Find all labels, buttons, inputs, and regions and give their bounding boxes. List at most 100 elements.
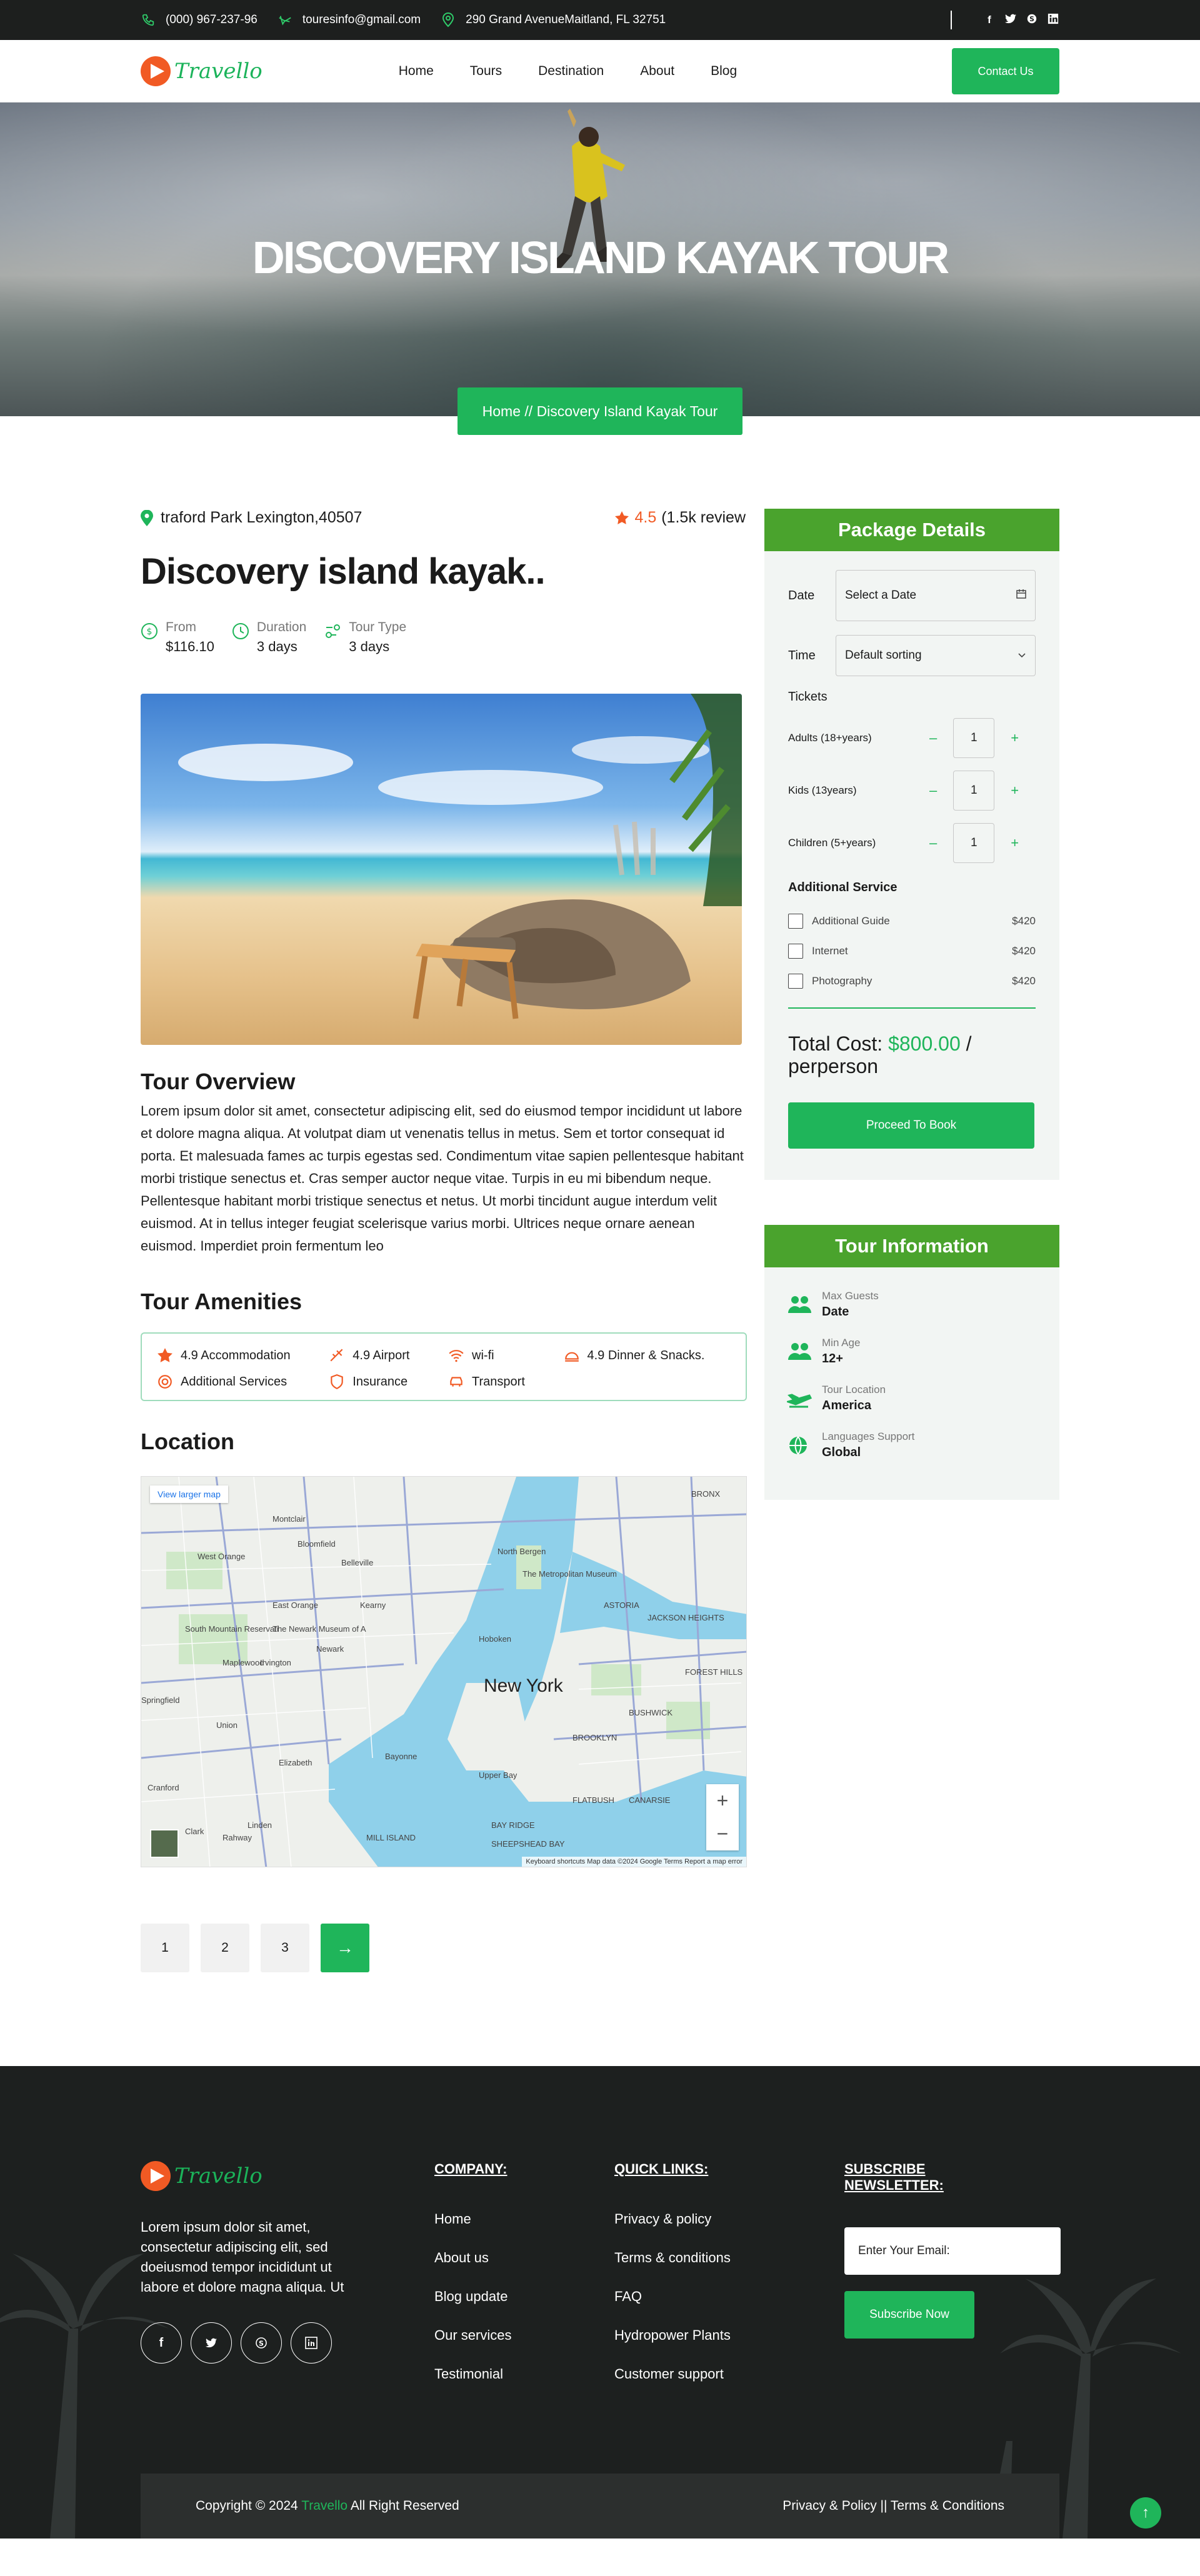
breadcrumb[interactable]: Home // Discovery Island Kayak Tour — [458, 387, 742, 435]
site-footer: Travello Lorem ipsum dolor sit amet, con… — [0, 2066, 1200, 2539]
map-place-label: Bloomfield — [298, 1539, 336, 1549]
service-checkbox[interactable] — [788, 914, 803, 929]
arrow-right-icon: → — [336, 1938, 354, 1957]
scroll-to-top-button[interactable]: ↑ — [1130, 2497, 1161, 2529]
newsletter-email-input[interactable]: Enter Your Email: — [844, 2227, 1061, 2275]
users-icon — [788, 1342, 811, 1360]
amenity-item: 4.9 Airport — [329, 1347, 436, 1364]
subscribe-button[interactable]: Subscribe Now — [844, 2291, 974, 2339]
quantity-input[interactable]: 1 — [953, 771, 995, 811]
next-page-button[interactable]: → — [321, 1924, 369, 1972]
amenities-heading: Tour Amenities — [141, 1289, 302, 1314]
info-value: America — [822, 1399, 871, 1412]
company-heading: COMPANY: — [434, 2161, 508, 2177]
overview-heading: Tour Overview — [141, 1069, 296, 1094]
location-map[interactable]: View larger map New York Montclair Bloomf… — [141, 1476, 747, 1867]
twitter-icon[interactable] — [191, 2322, 232, 2364]
map-place-label: Linden — [248, 1820, 272, 1830]
date-picker[interactable]: Select a Date — [836, 570, 1036, 621]
increment-button[interactable]: + — [1011, 835, 1019, 851]
copyright-brand[interactable]: Travello — [301, 2499, 348, 2513]
footer-link-blog[interactable]: Blog update — [434, 2289, 614, 2305]
service-checkbox[interactable] — [788, 974, 803, 989]
nav-item-home[interactable]: Home — [399, 64, 434, 79]
overview-text: Lorem ipsum dolor sit amet, consectetur … — [141, 1103, 744, 1254]
nav-item-about[interactable]: About — [640, 64, 674, 79]
package-details-title: Package Details — [764, 509, 1059, 551]
view-larger-map-link[interactable]: View larger map — [150, 1485, 228, 1503]
footer-link-about[interactable]: About us — [434, 2250, 614, 2266]
plane-icon — [787, 1393, 812, 1407]
map-place-label: Montclair — [272, 1514, 306, 1524]
nav-item-blog[interactable]: Blog — [711, 64, 737, 79]
increment-button[interactable]: + — [1011, 782, 1019, 799]
decrement-button[interactable]: – — [929, 782, 937, 799]
logo-icon — [141, 2161, 171, 2191]
map-place-label: East Orange — [272, 1600, 318, 1610]
page-2-button[interactable]: 2 — [201, 1924, 249, 1972]
ticket-row: Kids (13years) –1 + — [788, 771, 1036, 811]
proceed-to-book-button[interactable]: Proceed To Book — [788, 1102, 1034, 1149]
pagination: 1 2 3 → — [141, 1924, 746, 1972]
service-label: Internet — [812, 945, 848, 957]
date-label: Date — [788, 588, 815, 602]
email-link[interactable]: touresinfo@gmail.com — [278, 12, 421, 27]
time-select-value: Default sorting — [845, 649, 922, 662]
increment-button[interactable]: + — [1011, 730, 1019, 746]
site-logo[interactable]: Travello — [141, 56, 262, 86]
zoom-in-button[interactable]: + — [717, 1789, 729, 1812]
zoom-out-button[interactable]: − — [717, 1822, 729, 1845]
topbar: (000) 967-237-96 touresinfo@gmail.com 29… — [0, 0, 1200, 40]
map-place-label: Newark — [316, 1644, 344, 1654]
divider — [951, 11, 952, 29]
map-place-label: Bayonne — [385, 1752, 418, 1761]
linkedin-icon[interactable] — [291, 2322, 332, 2364]
service-checkbox[interactable] — [788, 944, 803, 959]
facebook-icon[interactable]: f — [983, 14, 996, 26]
tour-title: Discovery island kayak.. — [141, 551, 546, 592]
map-zoom-controls[interactable]: + − — [706, 1784, 739, 1850]
twitter-icon[interactable] — [1004, 14, 1017, 27]
footer-link-services[interactable]: Our services — [434, 2327, 614, 2344]
facebook-icon[interactable]: f — [141, 2322, 182, 2364]
quantity-input[interactable]: 1 — [953, 823, 995, 863]
page-1-button[interactable]: 1 — [141, 1924, 189, 1972]
footer-link-hydropower[interactable]: Hydropower Plants — [614, 2327, 844, 2344]
footer-link-terms[interactable]: Terms & conditions — [614, 2250, 844, 2266]
footer-logo[interactable]: Travello — [141, 2161, 434, 2191]
footer-link-privacy[interactable]: Privacy & policy — [614, 2211, 844, 2227]
map-place-label: JACKSON HEIGHTS — [648, 1613, 724, 1622]
map-place-label: CANARSIE — [629, 1795, 671, 1805]
time-select[interactable]: Default sorting — [836, 635, 1036, 676]
phone-link[interactable]: (000) 967-237-96 — [141, 12, 258, 27]
page-3-button[interactable]: 3 — [261, 1924, 309, 1972]
map-place-label: South Mountain Reservation — [185, 1624, 279, 1634]
footer-link-home[interactable]: Home — [434, 2211, 614, 2227]
skype-icon[interactable]: S — [1026, 13, 1038, 27]
copyright-text: Copyright © 2024 Travello All Right Rese… — [196, 2499, 459, 2514]
info-value: Date — [822, 1305, 849, 1319]
contact-us-button[interactable]: Contact Us — [952, 48, 1059, 94]
meta-value: 3 days — [256, 639, 298, 654]
package-details-card: Package Details Date Select a Date Time … — [764, 509, 1059, 1180]
dinner-icon — [564, 1352, 579, 1362]
nav-item-tours[interactable]: Tours — [470, 64, 502, 79]
address-item: 290 Grand AvenueMaitland, FL 32751 — [441, 12, 666, 27]
footer-link-testimonial[interactable]: Testimonial — [434, 2366, 614, 2382]
tour-location: traford Park Lexington,40507 — [161, 509, 362, 526]
additional-service-heading: Additional Service — [788, 881, 898, 894]
quantity-input[interactable]: 1 — [953, 718, 995, 758]
legal-links[interactable]: Privacy & Policy || Terms & Conditions — [782, 2499, 1004, 2514]
linkedin-icon[interactable] — [1047, 13, 1059, 27]
footer-link-support[interactable]: Customer support — [614, 2366, 844, 2382]
info-value: 12+ — [822, 1352, 843, 1365]
footer-link-faq[interactable]: FAQ — [614, 2289, 844, 2305]
decrement-button[interactable]: – — [929, 835, 937, 851]
decrement-button[interactable]: – — [929, 730, 937, 746]
main-navbar: Travello Home Tours Destination About Bl… — [0, 40, 1200, 102]
nav-item-destination[interactable]: Destination — [538, 64, 604, 79]
copyright-prefix: Copyright © 2024 — [196, 2499, 298, 2513]
skype-icon[interactable]: S — [241, 2322, 282, 2364]
map-satellite-toggle[interactable] — [150, 1829, 179, 1858]
amenity-label: 4.9 Airport — [352, 1348, 410, 1362]
